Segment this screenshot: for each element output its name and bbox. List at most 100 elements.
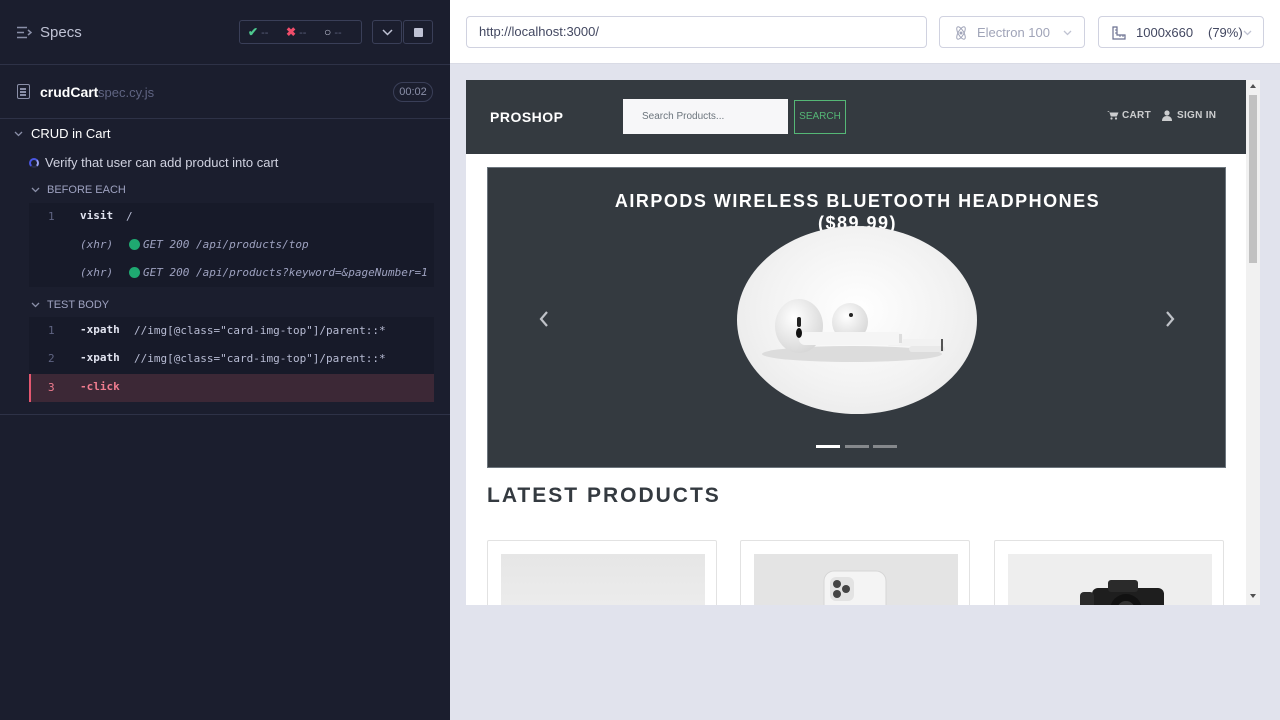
status-dot-icon (129, 239, 140, 250)
command-name: -click (80, 380, 120, 393)
failed-stat: ✖ -- (286, 25, 306, 39)
search-input[interactable]: Search Products... (623, 99, 788, 134)
before-each-hook-header[interactable]: BEFORE EACH (0, 181, 450, 199)
before-each-commands: 1 visit / (xhr) GET 200 /api/products/to… (29, 203, 434, 287)
command-row[interactable]: 1 visit / (29, 203, 434, 231)
command-number: 2 (48, 352, 55, 365)
x-icon: ✖ (286, 25, 297, 39)
command-name: visit (80, 209, 114, 222)
command-arg: GET 200 /api/products/top (143, 238, 309, 251)
status-dot-icon (129, 267, 140, 278)
aut-header: http://localhost:3000/ Electron 100 1000… (450, 0, 1280, 64)
test-body-header[interactable]: TEST BODY (0, 296, 450, 314)
command-kind: (xhr) (80, 238, 114, 251)
carousel-prev-icon[interactable] (538, 310, 550, 328)
chevron-down-icon (382, 29, 393, 36)
hook-label: TEST BODY (47, 299, 110, 311)
spec-file-row: crudCart spec.cy.js 00:02 (0, 65, 450, 119)
failed-count: -- (299, 27, 307, 39)
running-spinner-icon (29, 158, 39, 168)
toggle-auto-scroll-button[interactable] (372, 20, 402, 44)
search-button[interactable]: SEARCH (794, 100, 846, 134)
scrollbar-thumb[interactable] (1249, 95, 1257, 263)
command-kind: (xhr) (80, 266, 114, 279)
url-bar[interactable]: http://localhost:3000/ (466, 16, 927, 48)
browser-selector[interactable]: Electron 100 (939, 16, 1085, 48)
command-arg: //img[@class="card-img-top"]/parent::* (134, 352, 386, 365)
latest-products-heading: LATEST PRODUCTS (487, 484, 721, 507)
command-name: -xpath (80, 323, 120, 336)
zoom-level: (79%) (1208, 25, 1243, 40)
pending-count: -- (334, 27, 342, 39)
specs-title[interactable]: Specs (40, 24, 82, 41)
specs-header: Specs ✔ -- ✖ -- ○ -- (0, 0, 450, 65)
test-title: Verify that user can add product into ca… (45, 155, 279, 170)
product-card[interactable] (740, 540, 970, 605)
test-stats: ✔ -- ✖ -- ○ -- (239, 20, 362, 44)
pending-icon: ○ (324, 25, 332, 39)
product-card[interactable] (487, 540, 717, 605)
carousel-indicator[interactable] (845, 445, 869, 448)
app-navbar: PROSHOP Search Products... SEARCH CART S… (466, 80, 1246, 154)
test-row[interactable]: Verify that user can add product into ca… (0, 150, 450, 176)
product-image[interactable] (501, 554, 705, 605)
ruler-icon (1112, 26, 1126, 40)
shopping-cart-icon (1107, 111, 1119, 120)
nav-cart-label: CART (1122, 110, 1151, 121)
carousel-caption-name: AIRPODS WIRELESS BLUETOOTH HEADPHONES (614, 191, 1101, 211)
suite-row[interactable]: CRUD in Cart (0, 121, 450, 147)
chevron-down-icon (14, 131, 23, 137)
command-number: 1 (48, 210, 55, 223)
command-arg: //img[@class="card-img-top"]/parent::* (134, 324, 386, 337)
stop-icon (414, 28, 423, 37)
chevron-down-icon (31, 302, 40, 308)
check-icon: ✔ (248, 25, 259, 39)
iphone-image (823, 570, 887, 605)
chevron-down-icon (31, 187, 40, 193)
command-number: 3 (48, 381, 55, 394)
command-arg: / (126, 210, 133, 223)
carousel-indicator[interactable] (873, 445, 897, 448)
spec-file-ext: spec.cy.js (98, 85, 155, 100)
carousel-next-icon[interactable] (1164, 310, 1176, 328)
document-icon (17, 84, 30, 99)
chevron-down-icon (1063, 30, 1072, 36)
carousel-product-image[interactable] (737, 226, 977, 414)
stop-button[interactable] (403, 20, 433, 44)
nav-signin-link[interactable]: SIGN IN (1162, 110, 1216, 121)
command-log-panel: Specs ✔ -- ✖ -- ○ -- crudCart spec.cy.js (0, 0, 450, 720)
hook-label: BEFORE EACH (47, 184, 126, 196)
test-body-commands: 1 -xpath //img[@class="card-img-top"]/pa… (29, 317, 434, 402)
spec-file-name[interactable]: crudCart (40, 84, 98, 100)
command-arg: GET 200 /api/products?keyword=&pageNumbe… (143, 266, 428, 279)
passed-stat: ✔ -- (248, 25, 268, 39)
command-row-failed[interactable]: 3 -click (29, 374, 434, 402)
app-scrollbar[interactable] (1246, 80, 1260, 605)
suite-title: CRUD in Cart (31, 126, 111, 141)
chevron-down-icon (1243, 30, 1252, 36)
camera-image (1080, 580, 1164, 605)
command-row[interactable]: (xhr) GET 200 /api/products?keyword=&pag… (29, 259, 434, 287)
brand-logo[interactable]: PROSHOP (490, 109, 564, 125)
viewport-selector[interactable]: 1000x660 (79%) (1098, 16, 1264, 48)
command-number: 1 (48, 324, 55, 337)
passed-count: -- (261, 27, 269, 39)
command-row[interactable]: (xhr) GET 200 /api/products/top (29, 231, 434, 259)
nav-cart-link[interactable]: CART (1107, 110, 1151, 121)
divider (0, 414, 450, 415)
product-image[interactable] (1008, 554, 1212, 605)
airpods-image (762, 299, 945, 362)
top-products-carousel: AIRPODS WIRELESS BLUETOOTH HEADPHONES ($… (487, 167, 1226, 468)
command-row[interactable]: 2 -xpath //img[@class="card-img-top"]/pa… (29, 345, 434, 373)
scroll-down-icon[interactable] (1250, 594, 1256, 598)
command-row[interactable]: 1 -xpath //img[@class="card-img-top"]/pa… (29, 317, 434, 345)
user-icon (1162, 110, 1172, 121)
nav-signin-label: SIGN IN (1177, 110, 1217, 121)
product-image[interactable] (754, 554, 958, 605)
carousel-indicator[interactable] (816, 445, 840, 448)
specs-list-icon[interactable] (17, 26, 33, 39)
product-card[interactable] (994, 540, 1224, 605)
viewport-size: 1000x660 (1136, 25, 1194, 40)
scroll-up-icon[interactable] (1250, 84, 1256, 88)
pending-stat: ○ -- (324, 25, 342, 39)
